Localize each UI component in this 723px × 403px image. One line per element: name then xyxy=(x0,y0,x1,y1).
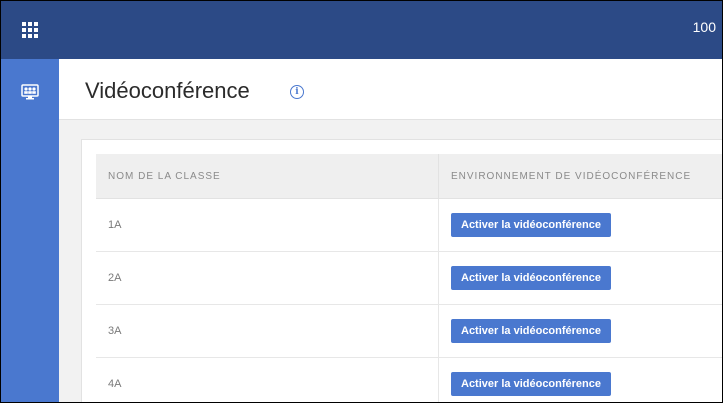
classes-card: NOM DE LA CLASSE ENVIRONNEMENT DE VIDÉOC… xyxy=(81,139,722,402)
class-name-cell: 4A xyxy=(96,357,439,402)
table-header-row: NOM DE LA CLASSE ENVIRONNEMENT DE VIDÉOC… xyxy=(96,154,722,199)
table-row: 4A Activer la vidéoconférence xyxy=(96,357,722,402)
videoconference-icon xyxy=(21,84,39,100)
page-title: Vidéoconférence xyxy=(85,78,250,103)
apps-menu-button[interactable] xyxy=(1,1,59,59)
top-bar: 100 xyxy=(1,1,722,59)
class-name-cell: 2A xyxy=(96,251,439,305)
apps-grid-icon xyxy=(22,22,38,38)
class-name-cell: 3A xyxy=(96,304,439,358)
activate-videoconference-button[interactable]: Activer la vidéoconférence xyxy=(451,319,612,343)
column-header-videoconference-environment: ENVIRONNEMENT DE VIDÉOCONFÉRENCE xyxy=(438,154,722,199)
action-cell: Activer la vidéoconférence xyxy=(438,251,722,305)
table-row: 2A Activer la vidéoconférence xyxy=(96,251,722,305)
sidebar xyxy=(1,59,59,402)
sidebar-item-videoconference[interactable] xyxy=(1,75,59,109)
activate-videoconference-button[interactable]: Activer la vidéoconférence xyxy=(451,266,612,290)
action-cell: Activer la vidéoconférence xyxy=(438,357,722,402)
action-cell: Activer la vidéoconférence xyxy=(438,198,722,252)
activate-videoconference-button[interactable]: Activer la vidéoconférence xyxy=(451,213,612,237)
main-content: Vidéoconférence i NOM DE LA CLASSE ENVIR… xyxy=(59,59,722,402)
page-header: Vidéoconférence i xyxy=(59,59,722,120)
class-name-cell: 1A xyxy=(96,198,439,252)
table-row: 1A Activer la vidéoconférence xyxy=(96,198,722,252)
action-cell: Activer la vidéoconférence xyxy=(438,304,722,358)
activate-videoconference-button[interactable]: Activer la vidéoconférence xyxy=(451,372,612,396)
top-bar-counter: 100 xyxy=(692,19,716,35)
info-icon[interactable]: i xyxy=(290,85,304,99)
table-row: 3A Activer la vidéoconférence xyxy=(96,304,722,358)
classes-table: NOM DE LA CLASSE ENVIRONNEMENT DE VIDÉOC… xyxy=(96,154,722,402)
column-header-class-name: NOM DE LA CLASSE xyxy=(96,154,439,199)
app-window: 100 Vidéoconférence i NOM DE LA CLASSE E… xyxy=(0,0,723,403)
